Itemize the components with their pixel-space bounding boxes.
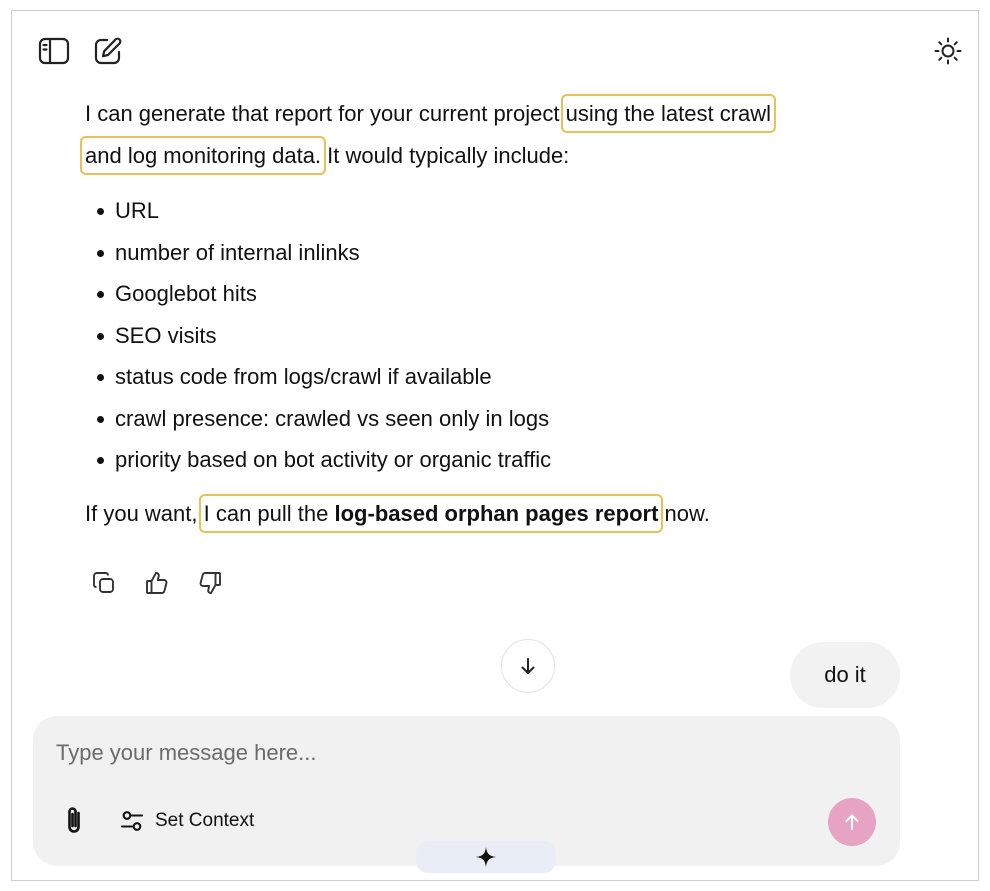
send-button[interactable] xyxy=(828,798,876,846)
arrow-down-icon xyxy=(518,656,538,676)
list-item: priority based on bot activity or organi… xyxy=(85,439,905,481)
message-text: I can pull the xyxy=(203,500,335,526)
thumbs-up-icon xyxy=(144,570,170,596)
attach-button[interactable] xyxy=(57,804,91,838)
highlight-box: I can pull the log-based orphan pages re… xyxy=(198,493,664,533)
sliders-icon xyxy=(119,808,145,834)
sparkle-icon xyxy=(475,846,497,868)
ai-assist-button[interactable] xyxy=(416,841,556,873)
set-context-label: Set Context xyxy=(155,810,255,831)
message-text: now. xyxy=(658,500,710,526)
highlight-box: using the latest crawl xyxy=(560,94,777,133)
new-chat-button[interactable] xyxy=(90,33,126,69)
user-message-text: do it xyxy=(824,662,866,687)
copy-icon xyxy=(91,570,117,596)
paperclip-icon xyxy=(63,805,85,837)
message-text: I can generate that report for your curr… xyxy=(85,101,566,126)
assistant-message: I can generate that report for your curr… xyxy=(79,93,905,535)
list-item: number of internal inlinks xyxy=(85,232,905,274)
bold-report-name: log-based orphan pages report xyxy=(334,500,659,526)
list-item: Googlebot hits xyxy=(85,273,905,315)
sidebar-toggle-icon xyxy=(38,37,70,65)
report-fields-list: URL number of internal inlinks Googlebot… xyxy=(85,190,905,481)
list-item: crawl presence: crawled vs seen only in … xyxy=(85,398,905,440)
dislike-button[interactable] xyxy=(194,567,226,599)
highlight-box: and log monitoring data. xyxy=(79,136,327,175)
list-item: status code from logs/crawl if available xyxy=(85,356,905,398)
message-text: It would typically include: xyxy=(321,143,570,168)
message-text: If you want, xyxy=(85,500,204,526)
message-paragraph-1: I can generate that report for your curr… xyxy=(79,93,905,177)
copy-button[interactable] xyxy=(88,567,120,599)
list-item: URL xyxy=(85,190,905,232)
sidebar-toggle-button[interactable] xyxy=(36,33,72,69)
like-button[interactable] xyxy=(141,567,173,599)
arrow-up-icon xyxy=(843,813,861,831)
message-paragraph-2: If you want, I can pull the log-based or… xyxy=(85,493,905,535)
message-input[interactable] xyxy=(56,733,856,773)
sun-icon xyxy=(933,36,963,66)
user-message-bubble: do it xyxy=(790,642,900,708)
thumbs-down-icon xyxy=(197,570,223,596)
top-toolbar xyxy=(36,33,126,69)
message-actions xyxy=(88,567,226,599)
set-context-button[interactable]: Set Context xyxy=(119,804,254,838)
edit-icon xyxy=(93,36,123,66)
scroll-to-bottom-button[interactable] xyxy=(501,639,555,693)
chat-window: I can generate that report for your curr… xyxy=(11,10,979,881)
list-item: SEO visits xyxy=(85,315,905,357)
theme-toggle-button[interactable] xyxy=(930,33,966,69)
